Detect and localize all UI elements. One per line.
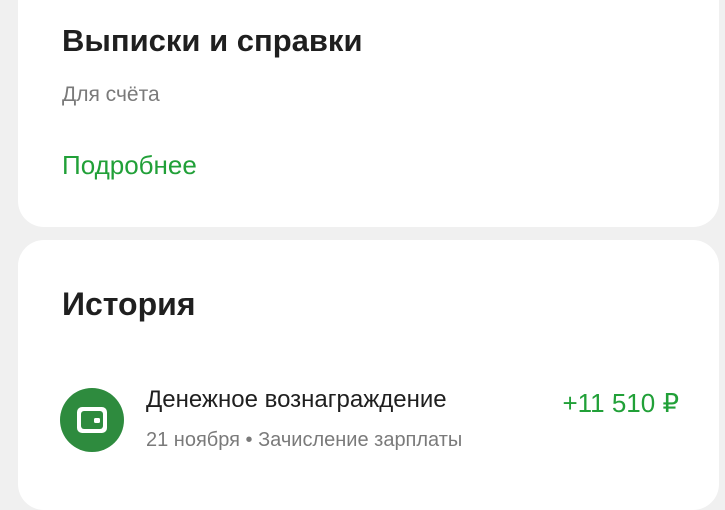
transaction-amount: +11 510 ₽ bbox=[562, 388, 679, 418]
transaction-row[interactable]: Денежное вознаграждение +11 510 ₽ 21 ноя… bbox=[18, 370, 719, 470]
wallet-icon bbox=[60, 388, 124, 452]
transaction-meta: 21 ноября • Зачисление зарплаты bbox=[146, 429, 463, 451]
more-details-link[interactable]: Подробнее bbox=[62, 148, 197, 182]
statements-card: Выписки и справки Для счёта Подробнее bbox=[18, 0, 719, 227]
statements-title: Выписки и справки bbox=[62, 23, 363, 58]
statements-subtitle: Для счёта bbox=[62, 83, 160, 106]
transaction-name: Денежное вознаграждение bbox=[146, 386, 447, 413]
history-card: История Денежное вознаграждение +11 510 … bbox=[18, 240, 719, 510]
history-title: История bbox=[62, 286, 196, 322]
